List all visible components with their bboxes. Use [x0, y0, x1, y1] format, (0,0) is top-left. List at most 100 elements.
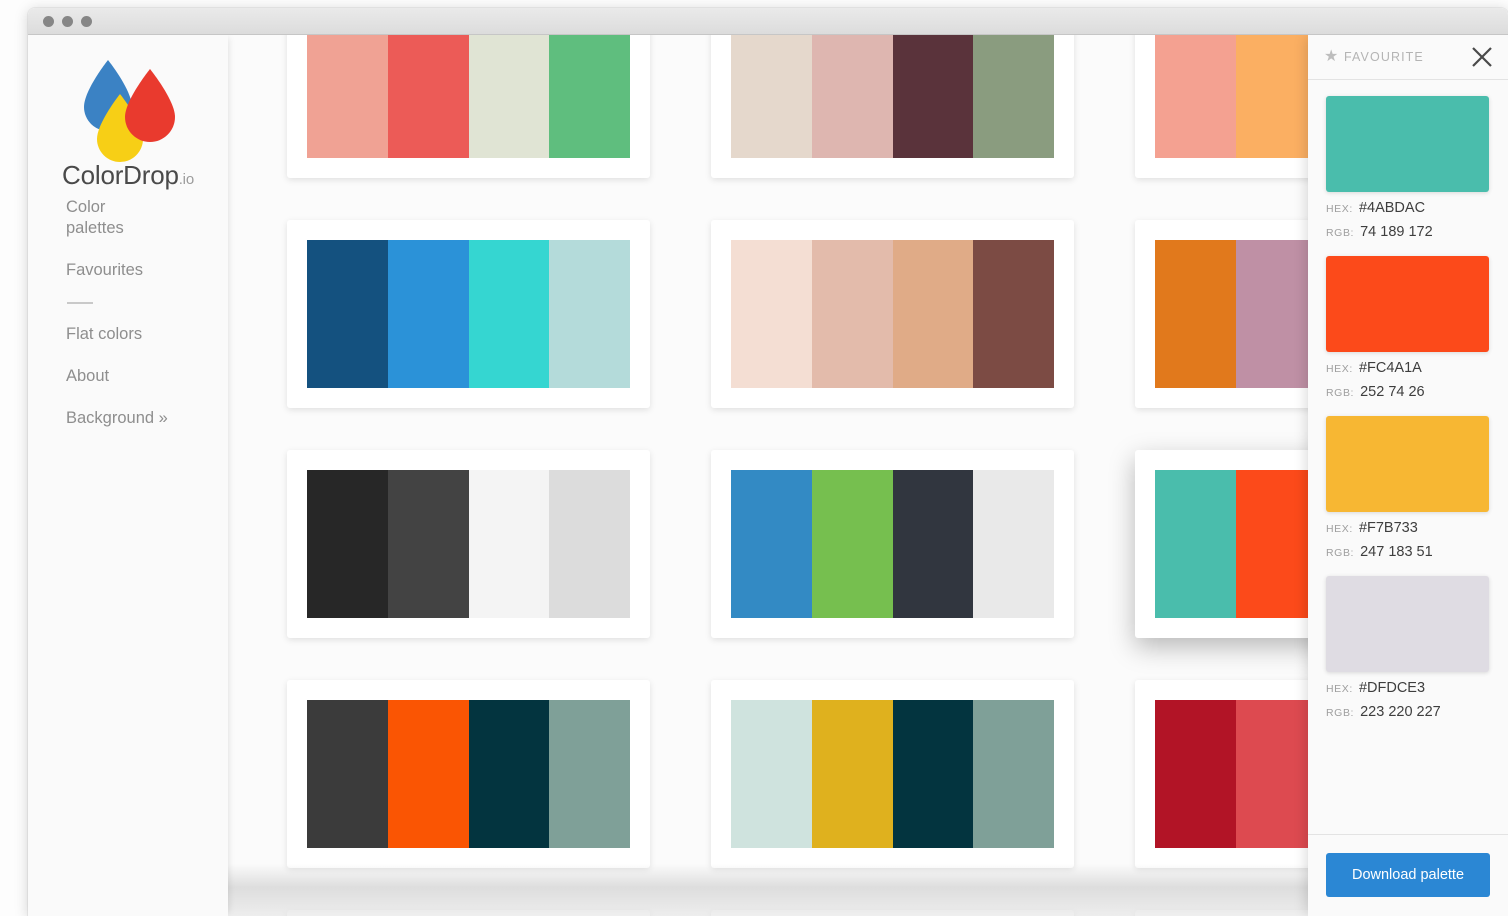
favourite-color-item[interactable]: HEX: #DFDCE3 RGB: 223 220 227	[1326, 576, 1490, 720]
palette-card[interactable]	[711, 910, 1074, 916]
sidebar-nav: Color palettes Favourites Flat colors Ab…	[66, 197, 226, 450]
color-swatch[interactable]	[468, 700, 550, 848]
palette-card[interactable]	[287, 450, 650, 638]
color-swatch[interactable]	[892, 470, 974, 618]
favourites-panel-footer: Download palette	[1308, 834, 1508, 916]
palette-card[interactable]	[711, 220, 1074, 408]
rgb-label: RGB:	[1326, 387, 1355, 399]
color-swatch[interactable]	[1155, 700, 1236, 848]
brand-tld: .io	[178, 171, 194, 188]
star-icon: ★	[1324, 48, 1339, 65]
color-swatch[interactable]	[731, 700, 812, 848]
color-swatch[interactable]	[1155, 240, 1236, 388]
sidebar-item-favourites[interactable]: Favourites	[66, 260, 216, 281]
swatch-strip	[307, 240, 630, 388]
color-swatch[interactable]	[731, 35, 812, 158]
browser-window: ColorDrop.io Color palettes Favourites F…	[28, 8, 1508, 916]
swatch-strip	[731, 700, 1054, 848]
color-swatch[interactable]	[1155, 470, 1236, 618]
favourite-color-chip[interactable]	[1326, 96, 1489, 192]
favourites-panel: ★ FAVOURITE HEX: #4ABDAC RGB: 74 189 172 H…	[1308, 35, 1508, 916]
color-swatch[interactable]	[973, 240, 1054, 388]
color-swatch[interactable]	[549, 700, 630, 848]
palette-card[interactable]	[287, 220, 650, 408]
color-swatch[interactable]	[307, 470, 388, 618]
palette-card[interactable]	[287, 35, 650, 178]
favourite-rgb-value: RGB: 252 74 26	[1326, 384, 1425, 400]
color-swatch[interactable]	[549, 470, 630, 618]
color-swatch[interactable]	[1155, 35, 1236, 158]
favourite-rgb-value: RGB: 247 183 51	[1326, 544, 1433, 560]
rgb-label: RGB:	[1326, 227, 1355, 239]
hex-label: HEX:	[1326, 523, 1353, 535]
window-titlebar	[28, 8, 1508, 35]
color-swatch[interactable]	[892, 700, 974, 848]
swatch-strip	[731, 240, 1054, 388]
color-swatch[interactable]	[1235, 470, 1317, 618]
color-swatch[interactable]	[1235, 35, 1317, 158]
color-swatch[interactable]	[1235, 700, 1317, 848]
color-swatch[interactable]	[387, 700, 469, 848]
favourite-hex-value: HEX: #4ABDAC	[1326, 200, 1426, 216]
color-swatch[interactable]	[468, 35, 550, 158]
color-swatch[interactable]	[307, 35, 388, 158]
color-swatch[interactable]	[307, 240, 388, 388]
palette-card[interactable]	[711, 35, 1074, 178]
color-swatch[interactable]	[892, 240, 974, 388]
color-swatch[interactable]	[307, 700, 388, 848]
favourite-color-chip[interactable]	[1326, 416, 1489, 512]
favourite-hex-value: HEX: #DFDCE3	[1326, 680, 1426, 696]
color-swatch[interactable]	[811, 470, 893, 618]
download-palette-button[interactable]: Download palette	[1326, 853, 1490, 897]
color-swatch[interactable]	[468, 470, 550, 618]
nav-divider	[67, 302, 93, 304]
close-icon[interactable]	[1469, 44, 1495, 70]
swatch-strip	[731, 470, 1054, 618]
favourite-hex-value: HEX: #F7B733	[1326, 520, 1418, 536]
color-swatch[interactable]	[973, 470, 1054, 618]
color-swatch[interactable]	[811, 35, 893, 158]
palette-card[interactable]	[711, 680, 1074, 868]
favourite-color-chip[interactable]	[1326, 256, 1489, 352]
favourite-color-list[interactable]: HEX: #4ABDAC RGB: 74 189 172 HEX: #FC4A1A R…	[1308, 80, 1508, 834]
sidebar-item-flat-colors[interactable]: Flat colors	[66, 324, 216, 345]
swatch-strip	[307, 35, 630, 158]
palette-card[interactable]	[287, 680, 650, 868]
color-swatch[interactable]	[387, 470, 469, 618]
color-swatch[interactable]	[973, 35, 1054, 158]
color-swatch[interactable]	[387, 35, 469, 158]
color-swatch[interactable]	[549, 35, 630, 158]
favourite-rgb-value: RGB: 74 189 172	[1326, 224, 1433, 240]
color-swatch[interactable]	[468, 240, 550, 388]
traffic-light-group	[43, 16, 92, 27]
favourite-color-item[interactable]: HEX: #F7B733 RGB: 247 183 51	[1326, 416, 1490, 560]
favourite-color-chip[interactable]	[1326, 576, 1489, 672]
color-swatch[interactable]	[387, 240, 469, 388]
maximize-window-button[interactable]	[81, 16, 92, 27]
hex-label: HEX:	[1326, 683, 1353, 695]
palette-card[interactable]	[711, 450, 1074, 638]
favourite-color-item[interactable]: HEX: #4ABDAC RGB: 74 189 172	[1326, 96, 1490, 240]
color-swatch[interactable]	[811, 700, 893, 848]
color-swatch[interactable]	[731, 470, 812, 618]
swatch-strip	[307, 700, 630, 848]
sidebar-item-background[interactable]: Background »	[66, 408, 216, 429]
close-window-button[interactable]	[43, 16, 54, 27]
favourites-panel-title: FAVOURITE	[1344, 50, 1424, 64]
favourite-color-item[interactable]: HEX: #FC4A1A RGB: 252 74 26	[1326, 256, 1490, 400]
favourite-rgb-value: RGB: 223 220 227	[1326, 704, 1441, 720]
minimize-window-button[interactable]	[62, 16, 73, 27]
palette-card[interactable]	[287, 910, 650, 916]
brand-name: ColorDrop	[62, 160, 179, 190]
color-swatch[interactable]	[549, 240, 630, 388]
color-swatch[interactable]	[1235, 240, 1317, 388]
sidebar-item-color-palettes[interactable]: Color palettes	[66, 197, 138, 239]
color-swatch[interactable]	[892, 35, 974, 158]
color-swatch[interactable]	[973, 700, 1054, 848]
color-swatch[interactable]	[811, 240, 893, 388]
sidebar-item-about[interactable]: About	[66, 366, 216, 387]
favourites-panel-header: ★ FAVOURITE	[1308, 35, 1508, 80]
hex-label: HEX:	[1326, 203, 1353, 215]
rgb-label: RGB:	[1326, 707, 1355, 719]
color-swatch[interactable]	[731, 240, 812, 388]
